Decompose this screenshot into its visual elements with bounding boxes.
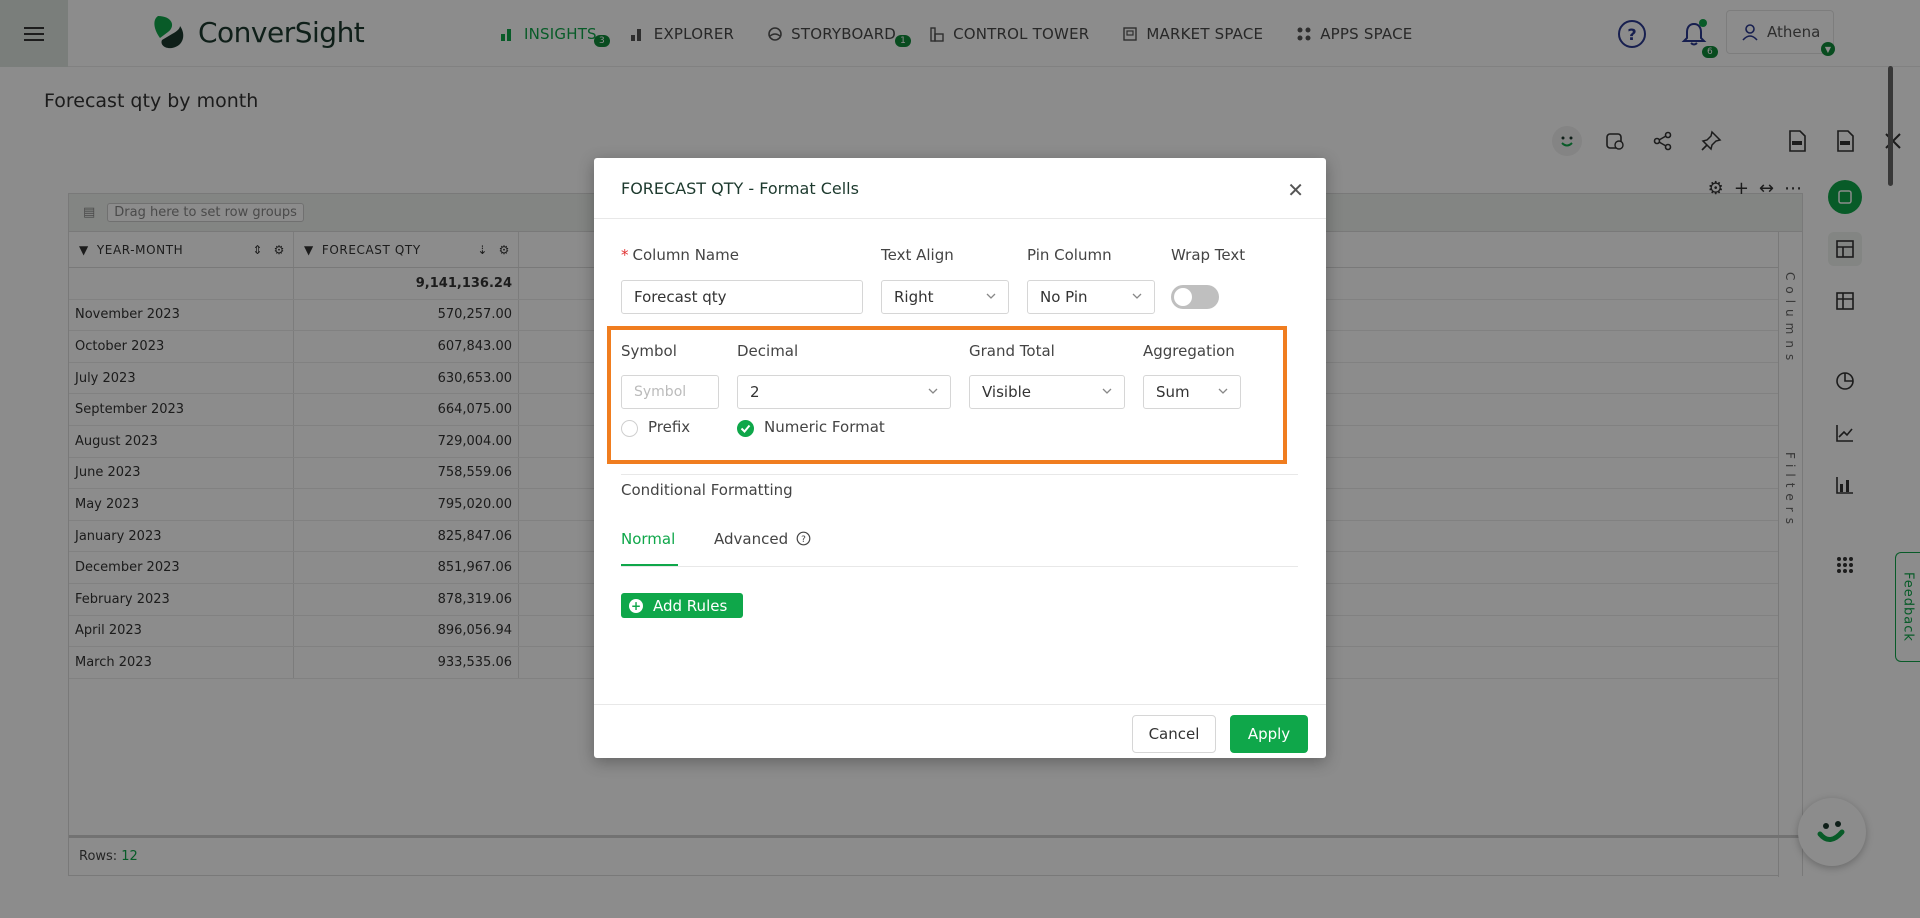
aggregation-select[interactable]: Sum xyxy=(1143,375,1241,409)
column-name-label: * Column Name xyxy=(621,246,739,264)
plus-icon: + xyxy=(629,598,643,613)
text-align-label: Text Align xyxy=(881,246,954,264)
tab-normal[interactable]: Normal xyxy=(621,530,675,548)
pin-column-value: No Pin xyxy=(1040,288,1088,306)
pin-column-label: Pin Column xyxy=(1027,246,1112,264)
numeric-format-label: Numeric Format xyxy=(764,418,885,436)
grand-total-select[interactable]: Visible xyxy=(969,375,1125,409)
chevron-down-icon xyxy=(1218,388,1228,394)
grand-total-value: Visible xyxy=(982,383,1031,401)
symbol-input[interactable]: Symbol xyxy=(621,375,719,409)
divider xyxy=(621,474,1298,475)
required-marker: * xyxy=(621,246,629,264)
chevron-down-icon xyxy=(986,293,996,299)
decimal-label: Decimal xyxy=(737,342,799,360)
conditional-formatting-label: Conditional Formatting xyxy=(621,481,793,499)
wrap-text-label: Wrap Text xyxy=(1171,246,1246,264)
dialog-title: FORECAST QTY - Format Cells xyxy=(621,178,859,198)
wrap-text-toggle[interactable] xyxy=(1171,285,1219,309)
dialog-header: FORECAST QTY - Format Cells ✕ xyxy=(594,158,1326,219)
add-rules-label: Add Rules xyxy=(653,596,728,615)
aggregation-value: Sum xyxy=(1156,383,1190,401)
tab-advanced[interactable]: Advanced ? xyxy=(714,530,811,548)
dialog-footer: Cancel Apply xyxy=(594,704,1326,758)
aggregation-label: Aggregation xyxy=(1143,342,1235,360)
tabs-divider xyxy=(621,566,1298,567)
add-rules-button[interactable]: + Add Rules xyxy=(621,593,743,618)
prefix-checkbox[interactable] xyxy=(621,420,638,437)
column-name-input[interactable]: Forecast qty xyxy=(621,280,863,314)
decimal-select[interactable]: 2 xyxy=(737,375,951,409)
text-align-value: Right xyxy=(894,288,934,306)
chevron-down-icon xyxy=(1102,388,1112,394)
numeric-format-checkbox[interactable] xyxy=(737,420,754,437)
grand-total-label: Grand Total xyxy=(969,342,1055,360)
format-cells-dialog: FORECAST QTY - Format Cells ✕ * Column Na… xyxy=(594,158,1326,758)
toggle-knob xyxy=(1174,288,1192,306)
tab-advanced-label: Advanced xyxy=(714,530,789,548)
text-align-select[interactable]: Right xyxy=(881,280,1009,314)
checkmark-icon xyxy=(740,424,751,433)
pin-column-select[interactable]: No Pin xyxy=(1027,280,1155,314)
svg-text:?: ? xyxy=(801,535,806,545)
close-icon[interactable]: ✕ xyxy=(1287,178,1304,202)
question-circle-icon[interactable]: ? xyxy=(796,531,811,546)
decimal-value: 2 xyxy=(750,383,760,401)
chevron-down-icon xyxy=(1132,293,1142,299)
prefix-label: Prefix xyxy=(648,418,691,436)
symbol-label: Symbol xyxy=(621,342,677,360)
cancel-button[interactable]: Cancel xyxy=(1132,715,1216,753)
apply-button[interactable]: Apply xyxy=(1230,715,1308,753)
chevron-down-icon xyxy=(928,388,938,394)
